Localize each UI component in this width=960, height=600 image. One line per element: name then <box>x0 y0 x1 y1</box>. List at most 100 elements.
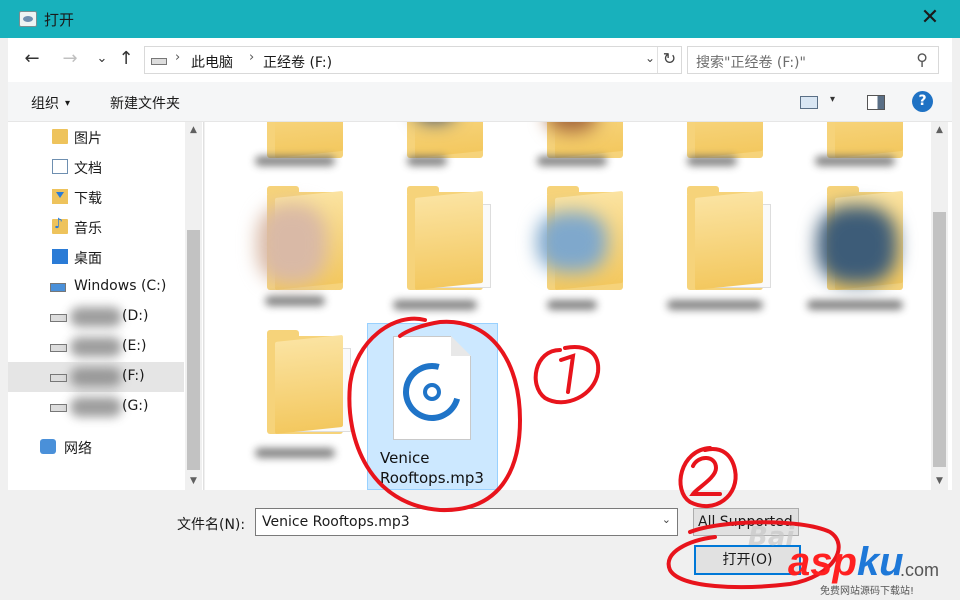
watermark-logo-ku: ku <box>856 540 904 584</box>
scroll-down-icon[interactable]: ▼ <box>185 473 202 490</box>
sidebar-item-drive-f[interactable]: (F:) <box>8 362 184 392</box>
back-button[interactable]: ← <box>20 48 44 72</box>
sidebar-item-label: 下载 <box>74 191 102 207</box>
refresh-button[interactable]: ↻ <box>657 47 681 73</box>
filename-input[interactable] <box>260 512 650 532</box>
navigation-bar: ← → ⌄ ↑ › 此电脑 › 正经卷 (F:) ⌄ ↻ 搜索"正经卷 (F:)… <box>8 38 952 82</box>
recent-locations-button[interactable]: ⌄ <box>90 48 114 72</box>
drive-icon <box>50 314 67 322</box>
window-title: 打开 <box>44 11 75 29</box>
documents-icon <box>52 159 68 174</box>
sidebar-item-downloads[interactable]: 下载 <box>8 182 184 212</box>
scroll-up-icon[interactable]: ▲ <box>931 122 948 139</box>
breadcrumb-this-pc[interactable]: 此电脑 <box>191 52 233 72</box>
file-list-scrollbar[interactable]: ▲ ▼ <box>931 122 948 490</box>
folder-item[interactable] <box>507 184 637 314</box>
audio-disc <box>423 383 441 401</box>
file-name-label: Venice Rooftops.mp3 <box>380 448 495 488</box>
scrollbar-thumb[interactable] <box>187 230 200 470</box>
organize-button[interactable]: 组织 ▾ <box>31 93 70 113</box>
drive-icon <box>50 374 67 382</box>
help-icon[interactable]: ? <box>912 91 933 112</box>
navigation-pane-scrollbar[interactable]: ▲ ▼ <box>185 122 202 490</box>
folder-item[interactable] <box>227 122 357 182</box>
redacted-thumbnail <box>537 212 607 272</box>
audio-file-icon <box>392 336 472 440</box>
folder-item[interactable] <box>787 122 917 182</box>
sidebar-item-drive-d[interactable]: (D:) <box>8 302 184 332</box>
folder-icon <box>407 122 483 158</box>
drive-icon <box>50 344 67 352</box>
sidebar-item-label: 图片 <box>74 131 102 147</box>
sidebar-item-label: 音乐 <box>74 221 102 237</box>
redacted-label <box>807 300 903 310</box>
close-button[interactable]: ✕ <box>900 0 960 38</box>
preview-pane-icon[interactable] <box>867 95 885 110</box>
folder-item[interactable] <box>647 122 777 182</box>
up-button[interactable]: ↑ <box>114 48 138 72</box>
folder-item[interactable] <box>367 184 497 314</box>
downloads-icon <box>52 189 68 204</box>
redacted-thumbnail <box>817 206 897 284</box>
sidebar-item-label: (G:) <box>122 398 149 414</box>
folder-item[interactable] <box>367 122 497 182</box>
folder-item[interactable] <box>227 184 357 314</box>
scroll-down-icon[interactable]: ▼ <box>931 473 948 490</box>
new-folder-button[interactable]: 新建文件夹 <box>110 93 180 113</box>
redacted-thumbnail <box>257 204 327 284</box>
chevron-down-icon: ▾ <box>65 98 71 109</box>
pictures-icon <box>52 129 68 144</box>
folder-item[interactable] <box>507 122 637 182</box>
redacted-label <box>407 156 447 166</box>
address-bar[interactable]: › 此电脑 › 正经卷 (F:) ⌄ ↻ <box>144 46 682 74</box>
sidebar-item-drive-e[interactable]: (E:) <box>8 332 184 362</box>
music-icon <box>52 216 68 234</box>
address-dropdown-icon[interactable]: ⌄ <box>645 51 655 65</box>
sidebar-item-drive-g[interactable]: (G:) <box>8 392 184 422</box>
open-file-dialog: 打开 ✕ ← → ⌄ ↑ › 此电脑 › 正经卷 (F:) ⌄ ↻ 搜索"正经卷… <box>0 0 960 600</box>
breadcrumb-drive-f[interactable]: 正经卷 (F:) <box>263 52 332 72</box>
sidebar-item-windows-c[interactable]: Windows (C:) <box>8 272 184 302</box>
sidebar-item-documents[interactable]: 文档 <box>8 152 184 182</box>
file-name-line-1: Venice <box>380 449 430 467</box>
watermark-tagline: 免费网站源码下载站! <box>820 586 915 597</box>
watermark-domain: .com <box>900 560 940 580</box>
sidebar-item-label: 桌面 <box>74 251 102 267</box>
folder-item[interactable] <box>647 184 777 314</box>
windows-drive-icon <box>50 283 66 292</box>
app-icon <box>19 11 37 27</box>
filename-combobox[interactable]: ⌄ <box>255 508 678 536</box>
breadcrumb-separator: › <box>249 50 255 65</box>
file-name-line-2: Rooftops.mp3 <box>380 469 484 487</box>
folder-item[interactable] <box>227 328 357 458</box>
chevron-down-icon[interactable]: ⌄ <box>662 513 671 526</box>
forward-button[interactable]: → <box>58 48 82 72</box>
redacted-label <box>547 300 597 310</box>
watermark-logo-asp: asp <box>788 540 857 584</box>
search-box[interactable]: 搜索"正经卷 (F:)" ⚲ <box>687 46 939 74</box>
file-list-view: Venice Rooftops.mp3 <box>205 122 952 490</box>
sidebar-item-desktop[interactable]: 桌面 <box>8 242 184 272</box>
title-bar[interactable]: 打开 ✕ <box>0 0 960 38</box>
sidebar-item-music[interactable]: 音乐 <box>8 212 184 242</box>
redacted-label <box>255 156 335 166</box>
sidebar-item-network[interactable]: 网络 <box>8 432 184 462</box>
scroll-up-icon[interactable]: ▲ <box>185 122 202 139</box>
sidebar-item-label: 网络 <box>64 441 92 457</box>
folder-item[interactable] <box>787 184 917 314</box>
search-icon[interactable]: ⚲ <box>916 50 928 69</box>
sidebar-item-pictures[interactable]: 图片 <box>8 122 184 152</box>
selected-file-item[interactable]: Venice Rooftops.mp3 <box>367 323 498 490</box>
redacted-label <box>667 300 763 310</box>
sidebar-item-label: 文档 <box>74 161 102 177</box>
redacted-label <box>255 448 335 458</box>
folder-icon <box>687 122 763 158</box>
breadcrumb-separator: › <box>175 50 181 65</box>
redacted-drive-name <box>70 337 122 357</box>
organize-label: 组织 <box>31 96 59 112</box>
redacted-drive-name <box>70 397 122 417</box>
scrollbar-thumb[interactable] <box>933 212 946 467</box>
change-view-icon[interactable] <box>800 96 818 109</box>
redacted-label <box>537 156 607 166</box>
view-options-dropdown-icon[interactable]: ▾ <box>830 94 835 105</box>
